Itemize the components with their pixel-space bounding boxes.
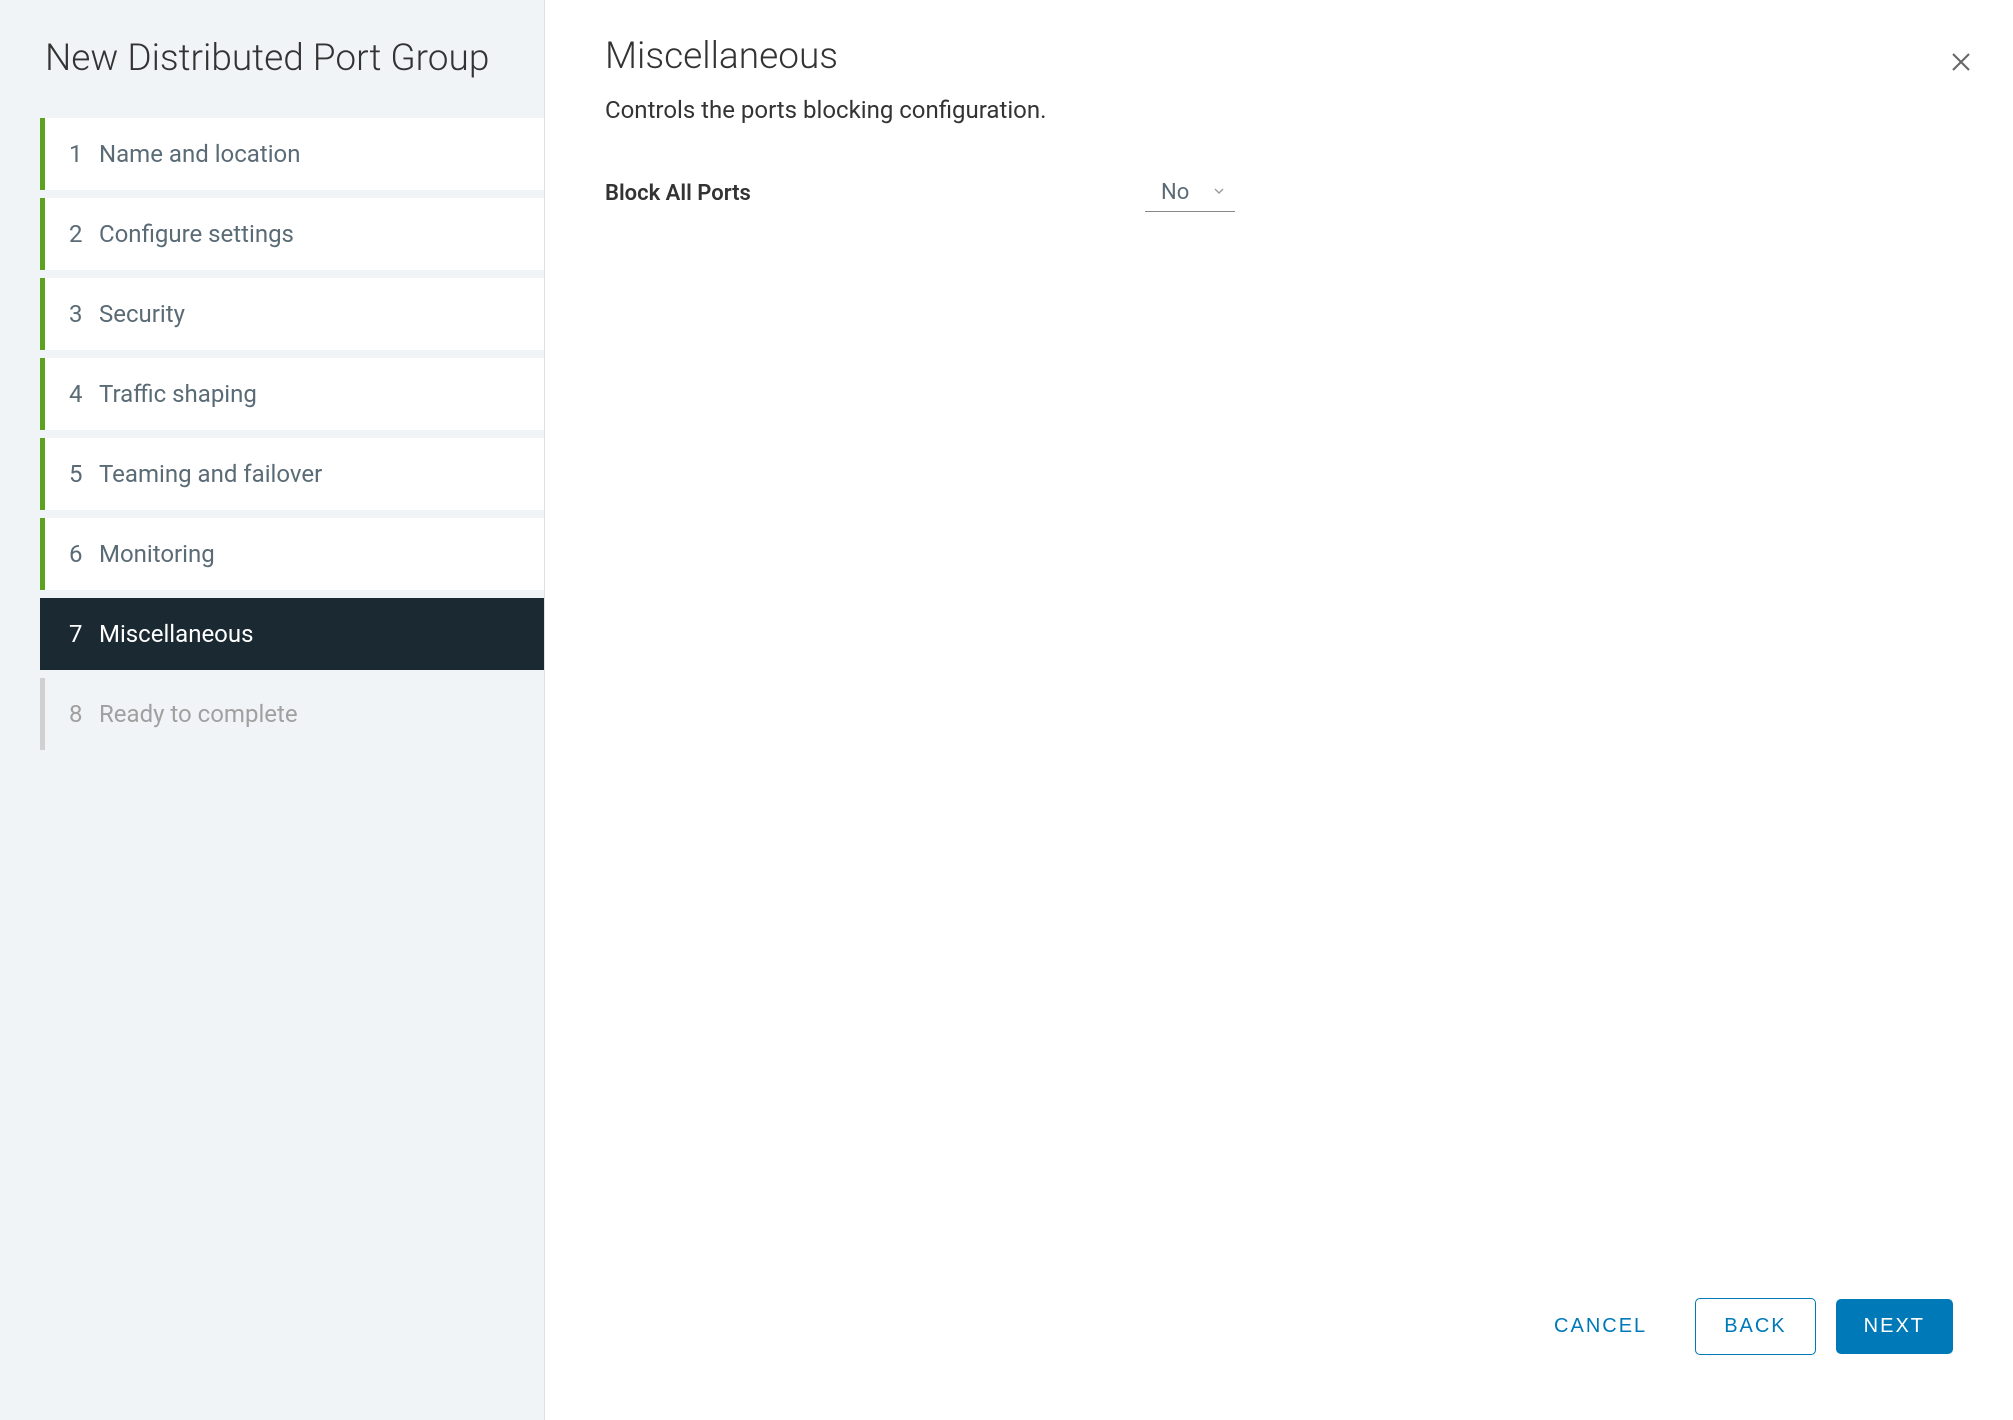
step-label: Name and location bbox=[99, 140, 300, 168]
block-all-ports-dropdown[interactable]: No bbox=[1145, 174, 1235, 212]
step-label: Traffic shaping bbox=[99, 380, 257, 408]
page-subtitle: Controls the ports blocking configuratio… bbox=[605, 96, 1953, 124]
wizard-footer: CANCEL BACK NEXT bbox=[605, 1278, 1953, 1385]
step-number: 6 bbox=[69, 540, 99, 568]
wizard-steps-list: 1 Name and location 2 Configure settings… bbox=[0, 118, 544, 750]
step-number: 4 bbox=[69, 380, 99, 408]
block-all-ports-label: Block All Ports bbox=[605, 181, 1145, 206]
close-button[interactable] bbox=[1949, 50, 1973, 78]
step-label: Monitoring bbox=[99, 540, 215, 568]
step-number: 3 bbox=[69, 300, 99, 328]
step-label: Security bbox=[99, 300, 185, 328]
step-number: 7 bbox=[69, 620, 99, 648]
wizard-container: New Distributed Port Group 1 Name and lo… bbox=[0, 0, 2013, 1420]
page-header: Miscellaneous Controls the ports blockin… bbox=[605, 35, 1953, 124]
cancel-button[interactable]: CANCEL bbox=[1526, 1299, 1675, 1354]
step-ready-to-complete: 8 Ready to complete bbox=[40, 678, 544, 750]
step-number: 8 bbox=[69, 700, 99, 728]
dropdown-value: No bbox=[1161, 180, 1211, 205]
step-label: Ready to complete bbox=[99, 700, 298, 728]
chevron-down-icon bbox=[1211, 180, 1227, 205]
step-configure-settings[interactable]: 2 Configure settings bbox=[40, 198, 544, 270]
step-number: 5 bbox=[69, 460, 99, 488]
wizard-title: New Distributed Port Group bbox=[0, 0, 544, 118]
step-label: Configure settings bbox=[99, 220, 294, 248]
next-button[interactable]: NEXT bbox=[1836, 1299, 1953, 1354]
step-teaming-and-failover[interactable]: 5 Teaming and failover bbox=[40, 438, 544, 510]
close-icon bbox=[1949, 59, 1973, 78]
step-monitoring[interactable]: 6 Monitoring bbox=[40, 518, 544, 590]
step-name-and-location[interactable]: 1 Name and location bbox=[40, 118, 544, 190]
step-number: 2 bbox=[69, 220, 99, 248]
wizard-sidebar: New Distributed Port Group 1 Name and lo… bbox=[0, 0, 545, 1420]
main-content: Miscellaneous Controls the ports blockin… bbox=[545, 0, 2013, 1420]
step-label: Teaming and failover bbox=[99, 460, 322, 488]
back-button[interactable]: BACK bbox=[1695, 1298, 1815, 1355]
form-content: Block All Ports No bbox=[605, 174, 1953, 1278]
step-label: Miscellaneous bbox=[99, 620, 253, 648]
block-all-ports-row: Block All Ports No bbox=[605, 174, 1953, 212]
page-title: Miscellaneous bbox=[605, 35, 1953, 78]
step-security[interactable]: 3 Security bbox=[40, 278, 544, 350]
step-number: 1 bbox=[69, 140, 99, 168]
step-traffic-shaping[interactable]: 4 Traffic shaping bbox=[40, 358, 544, 430]
step-miscellaneous[interactable]: 7 Miscellaneous bbox=[40, 598, 544, 670]
